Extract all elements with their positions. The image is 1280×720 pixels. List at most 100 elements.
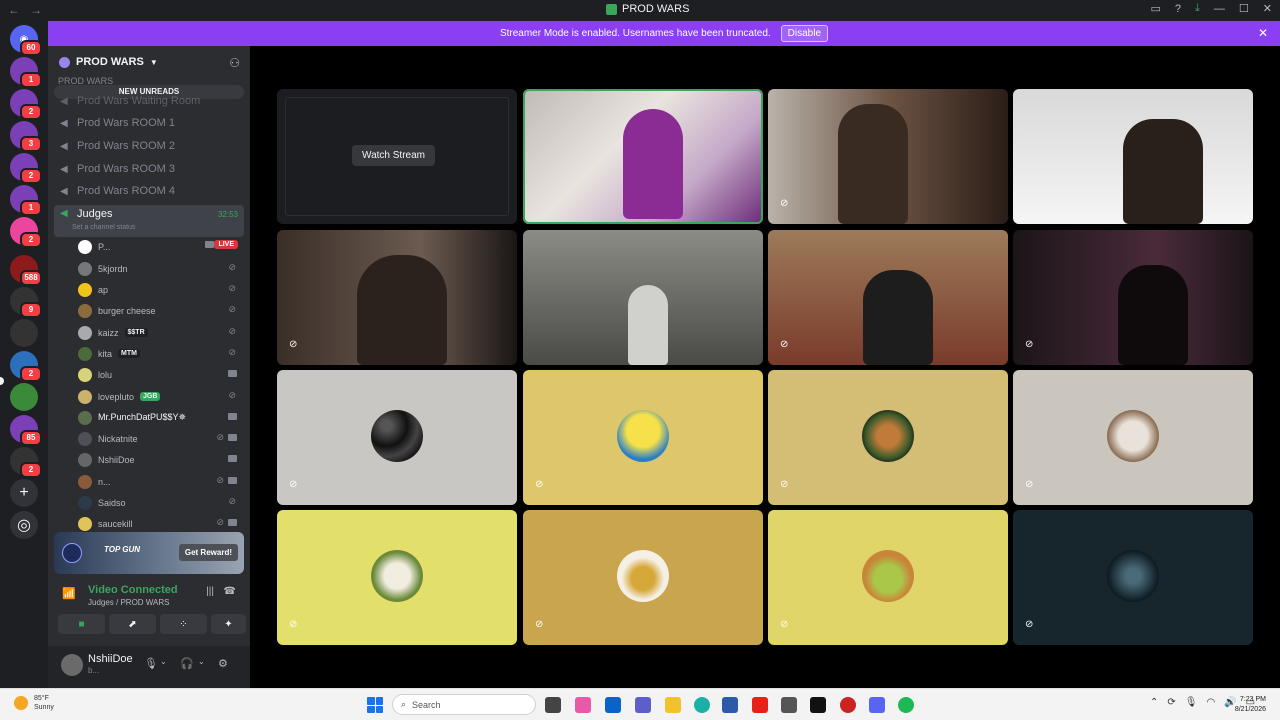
file-explorer-icon[interactable] [665,697,681,713]
server-icon-7[interactable]: 588 [10,255,42,286]
member-row[interactable]: ap ⊘ [78,280,244,299]
server-icon-10[interactable]: 2 [10,351,42,382]
user-avatar[interactable] [61,654,83,676]
avatar-tile[interactable]: ⊘ [523,510,763,645]
settings-gear-icon[interactable]: ⚙ [218,657,228,670]
video-tile[interactable]: ⊘ [1013,230,1253,365]
sync-icon[interactable]: ⟳ [1167,697,1175,708]
get-reward-button[interactable]: Get Reward! [178,544,238,561]
member-row[interactable]: Saidso ⊘ [78,493,244,512]
stream-tile[interactable]: Watch Stream [277,89,517,224]
avatar-tile[interactable]: ⊘ [1013,510,1253,645]
server-icon-4[interactable]: 2 [10,153,42,184]
guild-header[interactable]: PROD WARS ▼ ⚇ [48,46,250,78]
member-row[interactable]: kita MTM ⊘ [78,344,244,363]
server-icon-11[interactable] [10,383,38,411]
channel-judges[interactable]: ◀ Judges 32:53 Set a channel status [54,205,244,237]
avatar-tile[interactable]: ⊘ [768,510,1008,645]
server-icon-8[interactable]: 9 [10,287,42,318]
mic-icon[interactable]: 🎙 [144,657,158,670]
video-tile[interactable] [1013,89,1253,224]
task-view-icon[interactable] [545,697,561,713]
channel-room-1[interactable]: ◀ Prod Wars ROOM 1 [54,113,244,133]
home-button[interactable]: ◉ 60 [10,25,42,56]
avatar-tile[interactable]: ⊘ [1013,370,1253,505]
avatar-tile[interactable]: ⊘ [523,370,763,505]
avatar-tile[interactable]: ⊘ [768,370,1008,505]
close-banner-icon[interactable]: ✕ [1258,26,1268,40]
watch-stream-button[interactable]: Watch Stream [352,145,435,166]
activities-button[interactable]: ⁘ [160,614,207,634]
close-window-icon[interactable]: ✕ [1263,2,1272,15]
briefcase-icon[interactable] [781,697,797,713]
member-row[interactable]: 5kjordn ⊘ [78,259,244,278]
maximize-icon[interactable]: ☐ [1239,2,1249,15]
disable-button[interactable]: Disable [780,25,829,42]
youtube-icon[interactable] [752,697,768,713]
clock[interactable]: 7:23 PM 8/21/2026 [1235,695,1266,715]
discover-icon[interactable]: ◎ [10,511,38,539]
member-row[interactable]: P... LIVE [78,237,244,256]
member-row[interactable]: Mr.PunchDatPU$$Y✵ [78,408,244,427]
video-tile[interactable] [523,230,763,365]
server-icon-3[interactable]: 3 [10,121,42,152]
chevron-up-icon[interactable]: ⌃ [1150,697,1158,708]
server-icon-9[interactable] [10,319,38,347]
member-row[interactable]: kaizz $$TR ⊘ [78,323,244,342]
server-icon-2[interactable]: 2 [10,89,42,120]
avatar-tile[interactable]: ⊘ [277,510,517,645]
server-icon-5[interactable]: 1 [10,185,42,216]
channel-room-4[interactable]: ◀ Prod Wars ROOM 4 [54,181,244,201]
download-icon[interactable]: ⤓ [1195,2,1200,15]
channel-room-3[interactable]: ◀ Prod Wars ROOM 3 [54,159,244,179]
add-server-icon[interactable]: + [10,479,38,507]
edge-icon[interactable] [694,697,710,713]
invite-icon[interactable]: ⚇ [229,56,240,70]
video-tile[interactable]: ⊘ [277,230,517,365]
disconnect-icon[interactable]: ☎ [224,586,236,597]
signal-icon[interactable]: 📶 [62,587,76,600]
channel-room-2[interactable]: ◀ Prod Wars ROOM 2 [54,136,244,156]
start-button[interactable] [367,697,383,713]
wifi-icon[interactable]: ◠ [1206,697,1215,708]
avatar-tile[interactable]: ⊘ [277,370,517,505]
inbox-icon[interactable]: ▭ [1151,2,1161,15]
user-name[interactable]: NshiiDoe [88,653,133,665]
noise-suppression-icon[interactable]: ||| [206,586,214,597]
member-row[interactable]: Nickatnite ⊘ [78,429,244,448]
mic-options-chevron-icon[interactable]: ⌄ [160,657,167,666]
copilot-icon[interactable] [575,697,591,713]
discord-icon[interactable] [869,697,885,713]
microphone-icon[interactable]: 🎙 [1185,697,1198,708]
server-icon-6[interactable]: 2 [10,217,42,248]
channel-status[interactable]: Set a channel status [72,224,135,231]
forward-arrow-icon[interactable]: → [30,3,42,17]
member-row[interactable]: NshiiDoe [78,450,244,469]
channel-waiting-room[interactable]: ◀ Prod Wars Waiting Room [54,91,244,111]
member-row[interactable]: lolu [78,365,244,384]
server-icon-13[interactable]: 2 [10,447,42,478]
back-arrow-icon[interactable]: ← [8,3,20,17]
member-row[interactable]: saucekill ⊘ [78,514,244,533]
teams-icon[interactable] [635,697,651,713]
screenshare-button[interactable]: ⬈ [109,614,156,634]
server-icon-12[interactable]: 85 [10,415,42,446]
minimize-icon[interactable]: — [1214,3,1225,15]
headphones-options-chevron-icon[interactable]: ⌄ [198,657,205,666]
store-icon[interactable] [722,697,738,713]
help-icon[interactable]: ? [1175,3,1181,15]
spotify-icon[interactable] [898,697,914,713]
tiktok-icon[interactable] [810,697,826,713]
weather-widget[interactable]: 85°F Sunny [14,694,54,712]
server-icon-1[interactable]: 1 [10,57,42,88]
member-row[interactable]: burger cheese ⊘ [78,301,244,320]
promo-banner[interactable]: TOP GUN Get Reward! [54,532,244,574]
soundboard-button[interactable]: ✦ [211,614,246,634]
video-tile[interactable]: ⊘ [768,230,1008,365]
member-row[interactable]: lovepluto JGB ⊘ [78,387,244,406]
app-icon[interactable] [840,697,856,713]
member-row[interactable]: n... ⊘ [78,472,244,491]
video-tile[interactable]: ⊘ [768,89,1008,224]
headphones-icon[interactable]: 🎧 [180,657,194,670]
video-tile[interactable] [523,89,763,224]
